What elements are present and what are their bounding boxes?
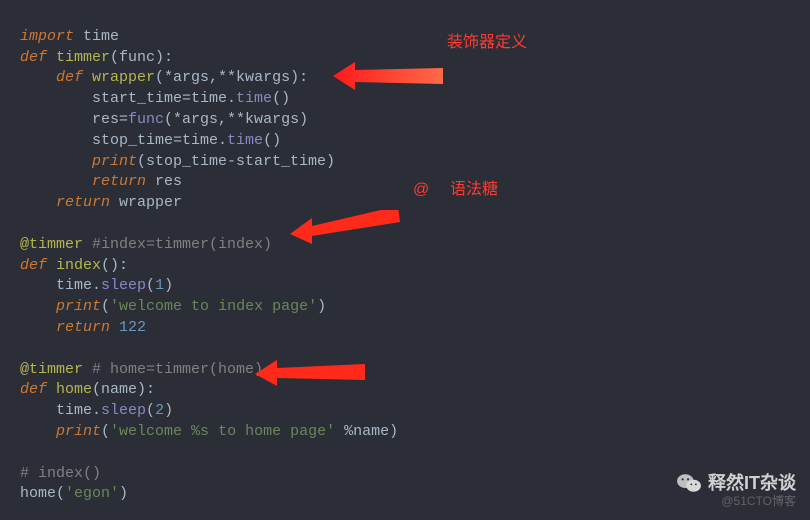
txt: stop_time=time. (92, 132, 227, 149)
num: 2 (155, 402, 164, 419)
fn-timmer: timmer (56, 49, 110, 66)
txt: (stop_time-start_time) (137, 153, 335, 170)
mod-time: time (74, 28, 119, 45)
kw-print: print (92, 153, 137, 170)
annotation-syntax-sugar: 语法糖 (450, 180, 498, 201)
kw-def: def (20, 381, 56, 398)
call-time: time (236, 90, 272, 107)
txt: time. (56, 277, 101, 294)
call-time: time (227, 132, 263, 149)
fn-home: home (56, 381, 92, 398)
txt: ( (146, 277, 155, 294)
txt: ( (101, 298, 110, 315)
txt: res (155, 173, 182, 190)
fn-index: index (56, 257, 101, 274)
txt: %name) (335, 423, 398, 440)
comment: # home=timmer(home) (92, 361, 263, 378)
decorator: @timmer (20, 361, 92, 378)
txt: time. (56, 402, 101, 419)
params: (func): (110, 49, 173, 66)
call-sleep: sleep (101, 277, 146, 294)
txt: res= (92, 111, 128, 128)
string: 'welcome %s to home page' (110, 423, 335, 440)
annotation-at-symbol: @ (413, 180, 429, 201)
num: 122 (119, 319, 146, 336)
annotation-decorator-def: 装饰器定义 (447, 33, 527, 54)
fn-wrapper: wrapper (92, 69, 155, 86)
kw-def: def (20, 49, 56, 66)
kw-def: def (56, 69, 92, 86)
string: 'welcome to index page' (110, 298, 317, 315)
txt: ) (317, 298, 326, 315)
comment: #index=timmer(index) (92, 236, 272, 253)
txt: ) (164, 402, 173, 419)
kw-def: def (20, 257, 56, 274)
txt: () (263, 132, 281, 149)
num: 1 (155, 277, 164, 294)
call-func: func (128, 111, 164, 128)
params: (*args,**kwargs): (155, 69, 308, 86)
kw-return: return (92, 173, 155, 190)
watermark-credit: @51CTO博客 (721, 491, 796, 512)
txt: ) (164, 277, 173, 294)
txt: ) (119, 485, 128, 502)
txt: (*args,**kwargs) (164, 111, 308, 128)
txt: ( (146, 402, 155, 419)
comment: # index() (20, 465, 101, 482)
call-sleep: sleep (101, 402, 146, 419)
txt: home( (20, 485, 65, 502)
txt: start_time=time. (92, 90, 236, 107)
kw-print: print (56, 298, 101, 315)
wechat-icon (676, 472, 702, 494)
code-block: import time def timmer(func): def wrappe… (0, 0, 810, 511)
decorator: @timmer (20, 236, 92, 253)
txt: () (272, 90, 290, 107)
kw-return: return (56, 194, 119, 211)
params: (name): (92, 381, 155, 398)
txt: wrapper (119, 194, 182, 211)
params: (): (101, 257, 128, 274)
kw-return: return (56, 319, 119, 336)
kw-print: print (56, 423, 101, 440)
kw-import: import (20, 28, 74, 45)
string: 'egon' (65, 485, 119, 502)
txt: ( (101, 423, 110, 440)
